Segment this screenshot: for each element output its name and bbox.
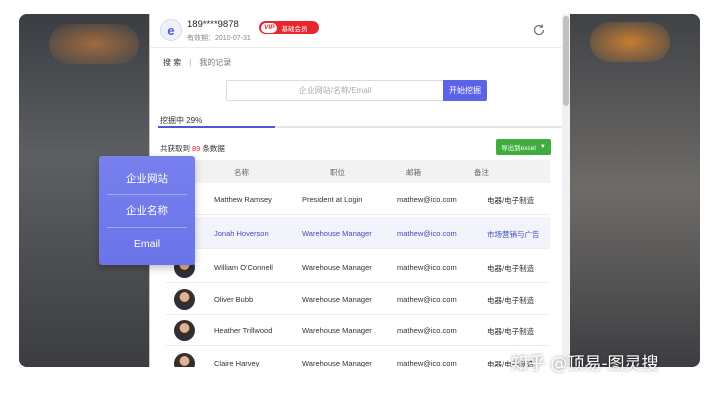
count-number: 89 (192, 144, 201, 153)
count-suffix: 条数据 (202, 144, 225, 153)
tab-my-records[interactable]: 我的记录 (199, 58, 231, 67)
watermark: 知乎 @顶易-图灵搜 (511, 354, 659, 374)
cell-position: Warehouse Manager (302, 326, 372, 335)
cell-email: mathew@ico.com (397, 195, 457, 204)
table-row[interactable]: William O'Connell Warehouse Manager math… (166, 251, 550, 283)
background-light-left (49, 24, 139, 64)
cell-name: Heather Trillwood (214, 326, 273, 335)
cell-position: Warehouse Manager (302, 359, 372, 367)
refresh-icon[interactable] (532, 23, 546, 37)
cell-note: 电器/电子制造 (487, 264, 535, 273)
vip-badge: VIP 基础会员 (259, 21, 319, 34)
cell-email: mathew@ico.com (397, 359, 457, 367)
sub-navigation: 搜 索 | 我的记录 (163, 57, 231, 68)
cell-email: mathew@ico.com (397, 229, 457, 238)
expiry-date: 有效期：2010-07-31 (187, 35, 251, 42)
background-light-right (590, 22, 670, 62)
result-count: 共获取到 89 条数据 (160, 143, 225, 154)
cell-name: Claire Harvey (214, 359, 260, 367)
search-type-menu: 企业网站 企业名称 Email (99, 156, 195, 265)
cell-email: mathew@ico.com (397, 295, 457, 304)
cell-name: William O'Connell (214, 263, 273, 272)
scrollbar-thumb[interactable] (563, 16, 569, 106)
cell-note: 市场营销与广告 (487, 230, 540, 239)
progress-label: 挖掘中 29% (160, 116, 203, 125)
menu-item-email[interactable]: Email (107, 227, 187, 260)
export-label: 导出到excel (501, 145, 536, 152)
search-input[interactable] (227, 81, 443, 100)
cell-position: President at Login (302, 195, 363, 204)
vip-label: 基础会员 (281, 25, 308, 33)
caret-down-icon: ▼ (539, 144, 546, 150)
progress-fill (158, 126, 275, 128)
panel-header: e 189****9878 有效期：2010-07-31 VIP 基础会员 (150, 14, 562, 48)
avatar (174, 289, 195, 310)
table-row[interactable]: Jonah Hoverson Warehouse Manager mathew@… (166, 217, 550, 249)
vertical-scrollbar[interactable] (562, 14, 570, 367)
table-header: 名称 职位 邮箱 备注 (166, 160, 550, 183)
menu-item-company-name[interactable]: 企业名称 (107, 194, 187, 227)
cell-name: Jonah Hoverson (214, 229, 269, 238)
export-excel-button[interactable]: 导出到excel ▼ (496, 139, 551, 155)
background-right (567, 14, 700, 367)
user-phone: 189****9878 (187, 19, 239, 30)
table-row[interactable]: Oliver Bubb Warehouse Manager mathew@ico… (166, 283, 550, 315)
tab-separator: | (189, 58, 192, 67)
tab-search[interactable]: 搜 索 (163, 58, 181, 67)
cell-name: Oliver Bubb (214, 295, 254, 304)
table-row[interactable]: Heather Trillwood Warehouse Manager math… (166, 314, 550, 346)
count-prefix: 共获取到 (160, 144, 190, 153)
app-logo: e (160, 19, 182, 41)
cell-name: Matthew Ramsey (214, 195, 272, 204)
cell-position: Warehouse Manager (302, 229, 372, 238)
menu-item-company-website[interactable]: 企业网站 (107, 162, 187, 195)
header-email: 邮箱 (406, 168, 421, 177)
table-row[interactable]: Claire Harvey Warehouse Manager mathew@i… (166, 347, 550, 367)
header-note: 备注 (474, 168, 489, 177)
cell-position: Warehouse Manager (302, 295, 372, 304)
cell-email: mathew@ico.com (397, 326, 457, 335)
logo-e-icon: e (167, 22, 175, 38)
cell-note: 电器/电子制造 (487, 196, 535, 205)
header-position: 职位 (330, 168, 345, 177)
extension-panel: e 189****9878 有效期：2010-07-31 VIP 基础会员 搜 … (150, 14, 562, 367)
start-mining-button[interactable]: 开始挖掘 (443, 80, 487, 101)
cell-note: 电器/电子制造 (487, 296, 535, 305)
table-row[interactable]: Matthew Ramsey President at Login mathew… (166, 183, 550, 215)
cell-position: Warehouse Manager (302, 263, 372, 272)
header-name: 名称 (234, 168, 249, 177)
vip-tag: VIP (261, 22, 278, 33)
cell-email: mathew@ico.com (397, 263, 457, 272)
avatar (174, 353, 195, 367)
stage: e 189****9878 有效期：2010-07-31 VIP 基础会员 搜 … (0, 0, 720, 393)
avatar (174, 320, 195, 341)
cell-note: 电器/电子制造 (487, 327, 535, 336)
progress-bar (158, 126, 562, 128)
